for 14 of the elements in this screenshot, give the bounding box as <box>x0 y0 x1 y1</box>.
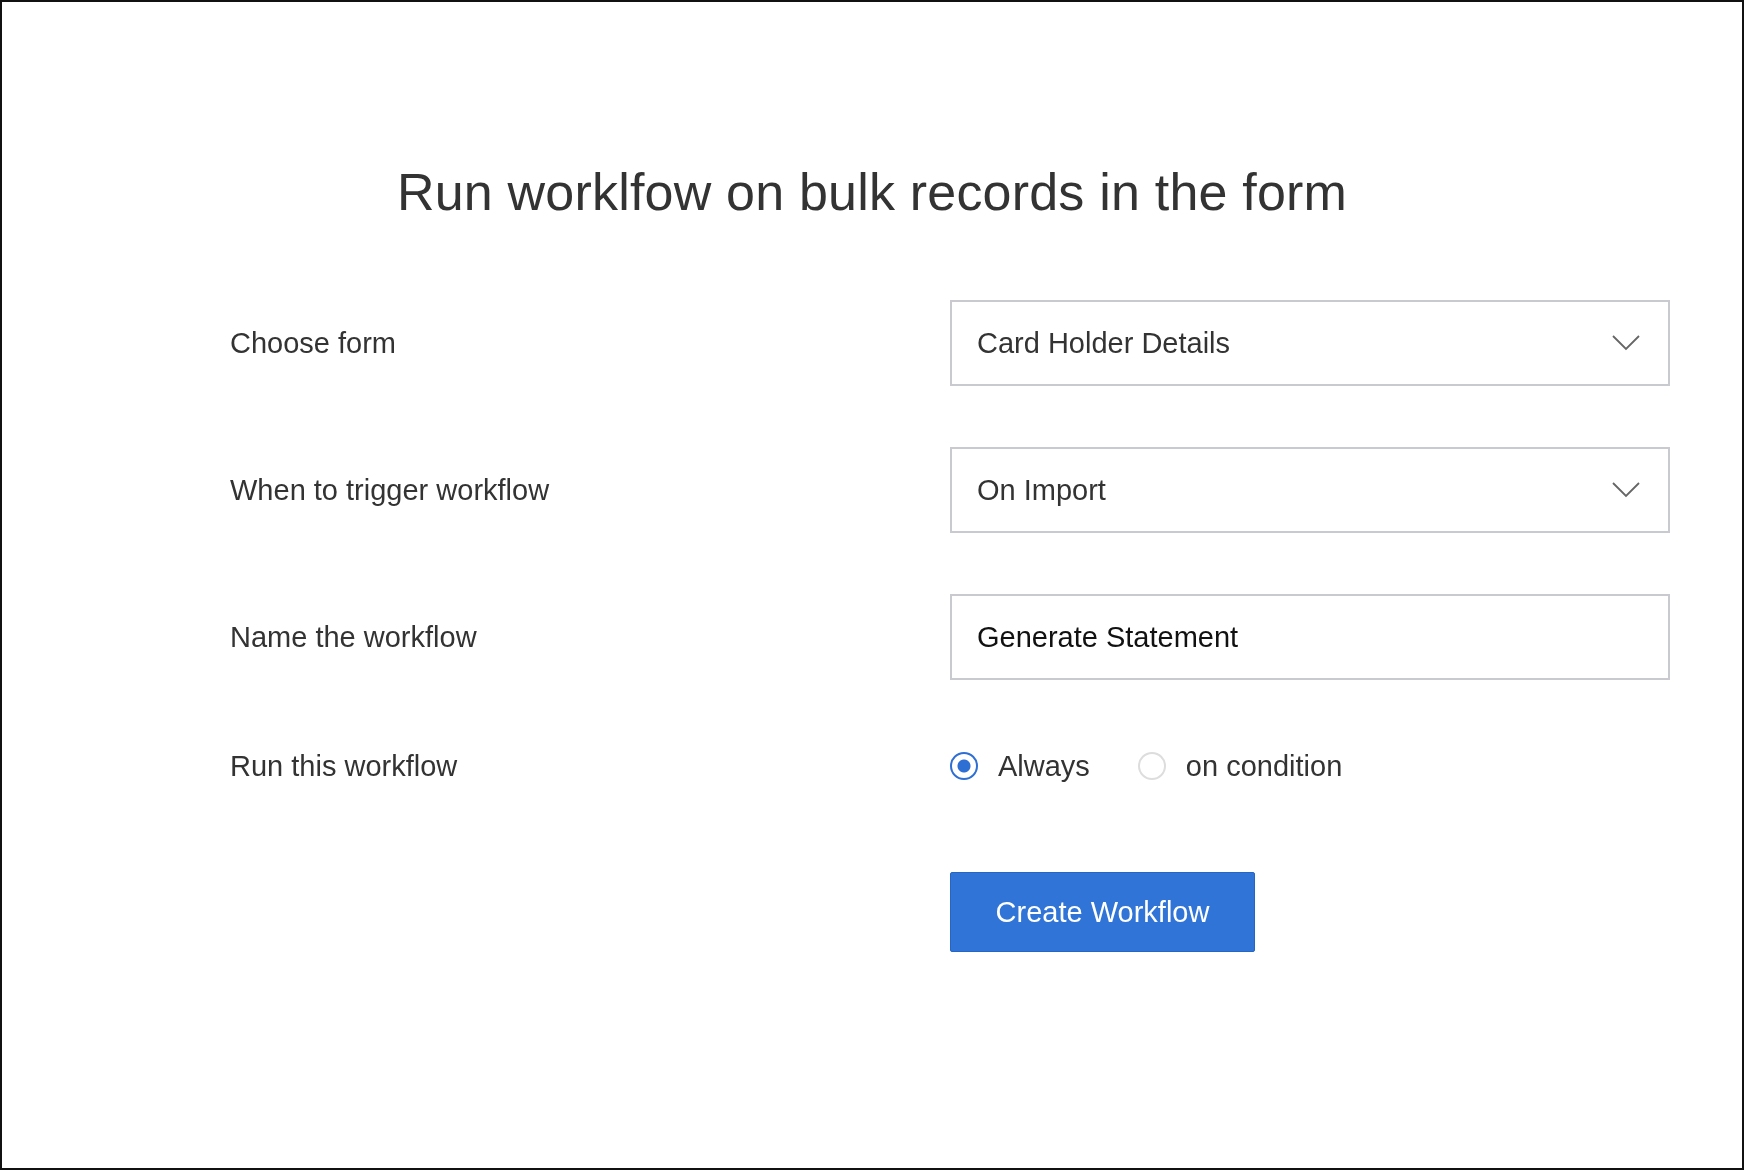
create-workflow-button[interactable]: Create Workflow <box>950 872 1255 952</box>
dropdown[interactable]: Card Holder Details <box>950 300 1670 386</box>
chevron-down-icon <box>1612 482 1640 498</box>
radio-option[interactable]: on condition <box>1137 749 1343 783</box>
radio-option[interactable]: Always <box>950 749 1090 783</box>
chevron-down-icon <box>1612 335 1640 351</box>
field-label: Run this workflow <box>230 749 459 783</box>
page-title: Run worklfow on bulk records in the form <box>395 162 1349 222</box>
input-field[interactable]: Generate Statement <box>950 594 1670 680</box>
radio-button[interactable] <box>950 752 978 780</box>
field-label: When to trigger workflow <box>230 473 551 507</box>
field-label: Choose form <box>230 326 397 360</box>
dropdown[interactable]: On Import <box>950 447 1670 533</box>
field-label: Name the workflow <box>230 620 478 654</box>
